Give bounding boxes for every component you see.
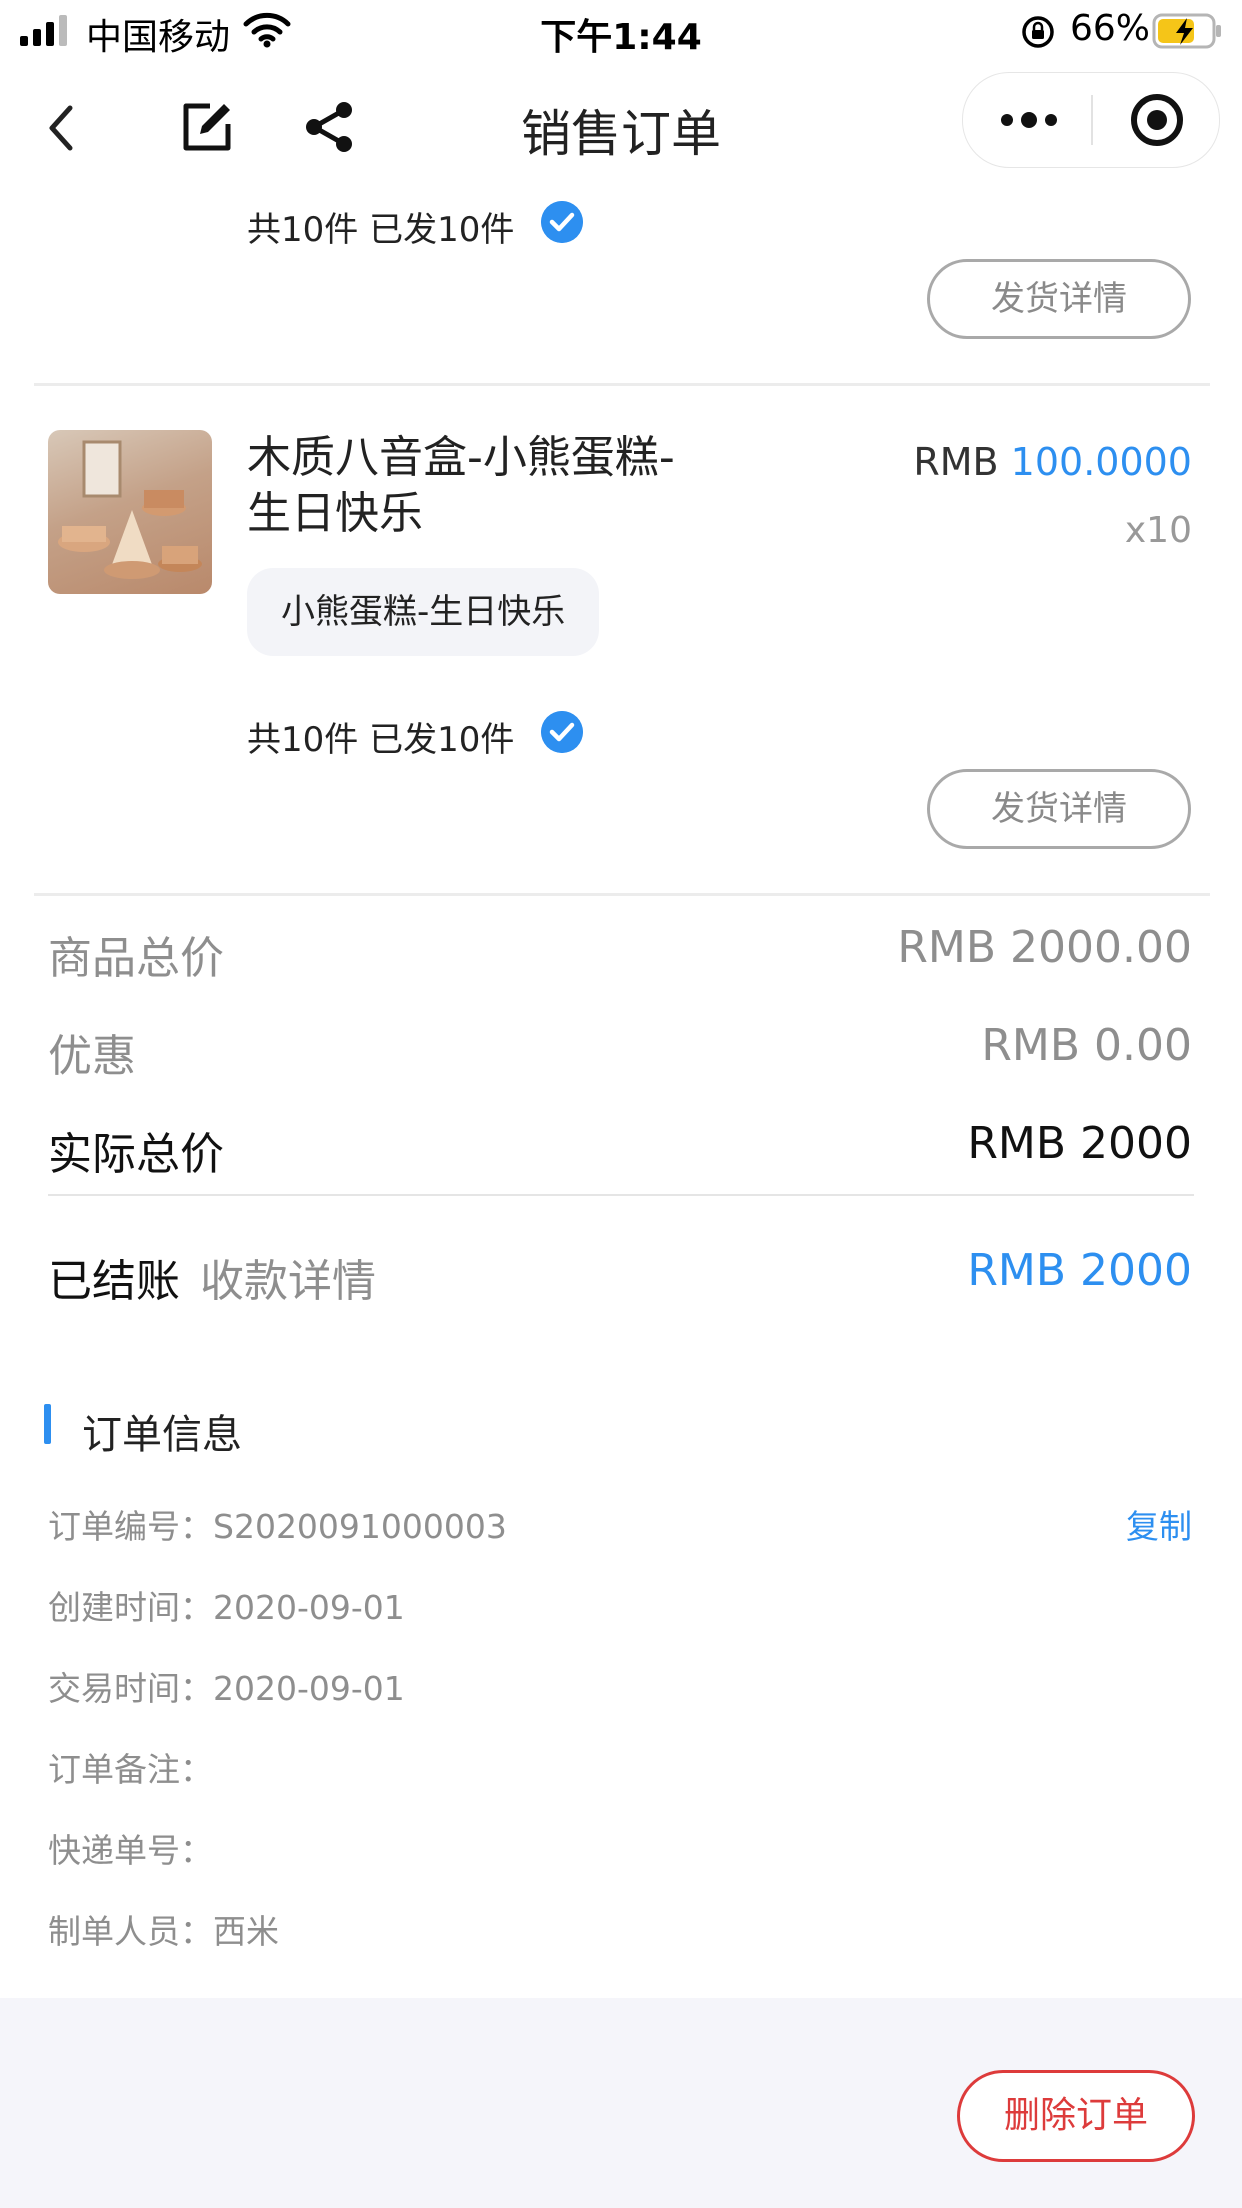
order-number-row: 订单编号：S2020091000003: [48, 1507, 507, 1546]
created-time-row: 创建时间：2020-09-01: [48, 1588, 405, 1627]
divider: [34, 893, 1210, 896]
delete-order-button[interactable]: 删除订单: [957, 2070, 1195, 2162]
section-accent-bar: [44, 1404, 51, 1444]
divider: [34, 383, 1210, 386]
discount-label: 优惠: [48, 1031, 136, 1082]
product-image[interactable]: [48, 430, 212, 594]
payment-detail-link[interactable]: 收款详情: [200, 1245, 376, 1309]
settled-label: 已结账: [48, 1256, 180, 1307]
shipping-detail-button[interactable]: 发货详情: [927, 769, 1191, 849]
target-icon[interactable]: [1129, 92, 1185, 148]
check-icon: [541, 201, 583, 243]
check-icon: [541, 711, 583, 753]
order-info-title: 订单信息: [82, 1412, 242, 1458]
lock-rotation-icon: [1022, 16, 1054, 48]
discount-value: RMB 0.00: [981, 1020, 1192, 1071]
tracking-number-row: 快递单号：: [48, 1831, 213, 1870]
price-currency: RMB: [913, 440, 999, 484]
product-name[interactable]: 木质八音盒-小熊蛋糕- 生日快乐: [247, 430, 727, 542]
product-name-line2: 生日快乐: [247, 488, 423, 539]
quantity: x10: [1124, 510, 1192, 551]
price-amount: 100.0000: [1010, 440, 1192, 484]
goods-total-label: 商品总价: [48, 933, 224, 984]
copy-order-number-link[interactable]: 复制: [1126, 1500, 1192, 1548]
shipping-detail-button[interactable]: 发货详情: [927, 259, 1191, 339]
battery-icon: [1152, 13, 1221, 49]
product-photo: [58, 440, 202, 579]
shipment-summary: 共10件 已发10件: [247, 210, 515, 250]
more-icon[interactable]: [999, 105, 1059, 135]
unit-price: RMB 100.0000: [913, 440, 1192, 484]
divider: [48, 1194, 1194, 1196]
trade-time-row: 交易时间：2020-09-01: [48, 1669, 405, 1708]
goods-total-value: RMB 2000.00: [897, 922, 1192, 973]
status-bar: 中国移动 下午1:44 66%: [0, 0, 1242, 62]
mini-program-capsule: [962, 72, 1220, 168]
actual-total-value: RMB 2000: [967, 1118, 1192, 1169]
battery-percent: 66%: [1070, 8, 1151, 49]
capsule-divider: [1091, 95, 1093, 145]
settled-amount: RMB 2000: [967, 1245, 1192, 1296]
actual-total-label: 实际总价: [48, 1129, 224, 1180]
creator-row: 制单人员：西米: [48, 1912, 279, 1951]
order-remark-row: 订单备注：: [48, 1750, 213, 1789]
shipment-summary: 共10件 已发10件: [247, 720, 515, 760]
spec-tag: 小熊蛋糕-生日快乐: [247, 568, 600, 656]
product-name-line1: 木质八音盒-小熊蛋糕-: [247, 432, 675, 483]
